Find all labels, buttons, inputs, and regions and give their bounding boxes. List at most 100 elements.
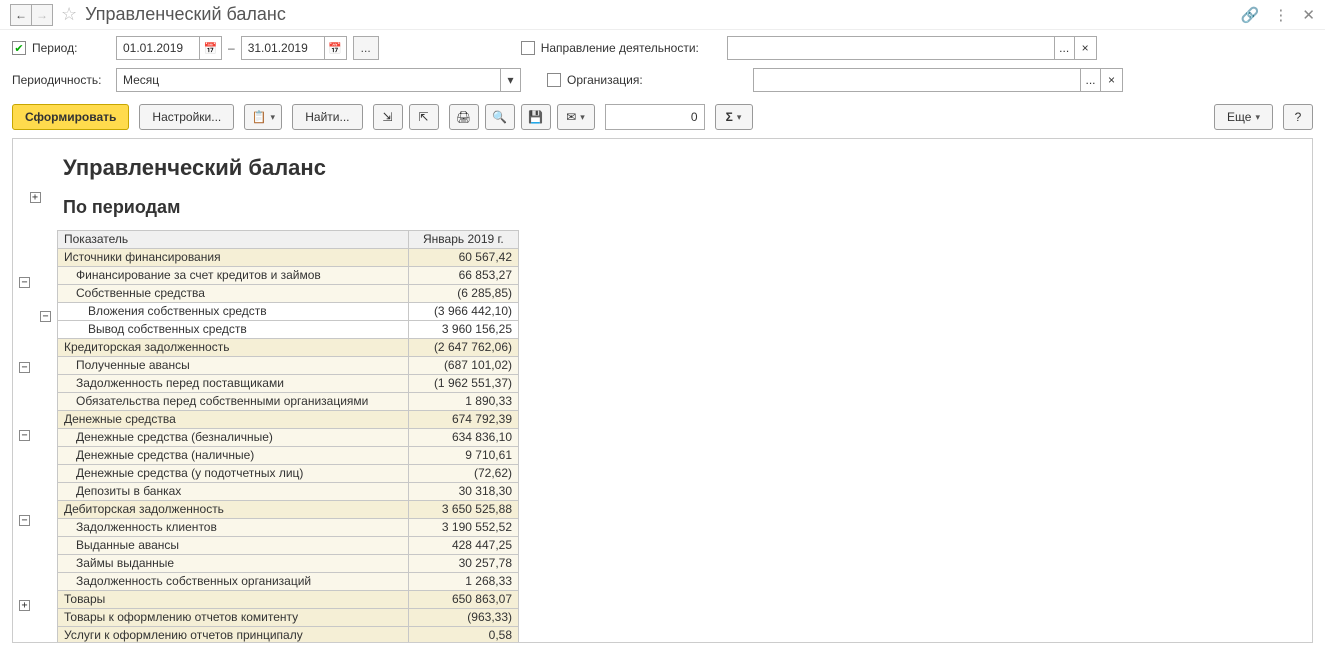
more-button[interactable]: Еще▾ [1214,104,1273,130]
clipboard-icon: 📋 [252,110,267,124]
ellipsis-icon[interactable]: ... [1054,37,1074,59]
date-from-input[interactable]: 01.01.2019 📅 [116,36,222,60]
report-grid[interactable]: Управленческий баланс По периодам Показа… [57,139,1312,642]
indicator-cell: Товары к оформлению отчетов комитенту [58,609,409,627]
activity-input[interactable]: ... × [727,36,1097,60]
table-row[interactable]: Денежные средства (у подотчетных лиц)(72… [58,465,519,483]
periodicity-select[interactable]: Месяц ▾ [116,68,521,92]
table-row[interactable]: Дебиторская задолженность3 650 525,88 [58,501,519,519]
date-range-dash: – [228,41,235,55]
indicator-cell: Товары [58,591,409,609]
table-row[interactable]: Кредиторская задолженность(2 647 762,06) [58,339,519,357]
org-checkbox[interactable]: ✔ [547,73,561,87]
chevron-down-icon[interactable]: ▾ [500,69,520,91]
table-row[interactable]: Услуги к оформлению отчетов принципалу0,… [58,627,519,643]
table-row[interactable]: Денежные средства (безналичные)634 836,1… [58,429,519,447]
indicator-cell: Займы выданные [58,555,409,573]
sum-input[interactable]: 0 [605,104,705,130]
date-to-input[interactable]: 31.01.2019 📅 [241,36,347,60]
table-row[interactable]: Задолженность клиентов3 190 552,52 [58,519,519,537]
settings-button[interactable]: Настройки... [139,104,234,130]
generate-button[interactable]: Сформировать [12,104,129,130]
table-row[interactable]: Полученные авансы(687 101,02) [58,357,519,375]
periodicity-label: Периодичность: [12,73,110,87]
table-row[interactable]: Денежные средства (наличные)9 710,61 [58,447,519,465]
org-label: Организация: [567,73,747,87]
value-cell: 9 710,61 [408,447,518,465]
indicator-cell: Обязательства перед собственными организ… [58,393,409,411]
find-button[interactable]: Найти... [292,104,362,130]
tree-collapse-button[interactable]: − [19,515,30,526]
org-input[interactable]: ... × [753,68,1123,92]
value-cell: 3 190 552,52 [408,519,518,537]
nav-back-button[interactable]: ← [10,4,32,26]
date-to-value: 31.01.2019 [248,41,308,55]
report-table: Показатель Январь 2019 г. Источники фина… [57,230,519,642]
clear-icon[interactable]: × [1074,37,1096,59]
table-row[interactable]: Финансирование за счет кредитов и займов… [58,267,519,285]
save-button[interactable]: 💾 [521,104,551,130]
report-subtitle: По периодам [57,191,1312,230]
value-cell: (687 101,02) [408,357,518,375]
value-cell: 66 853,27 [408,267,518,285]
ellipsis-icon[interactable]: ... [1080,69,1100,91]
preview-button[interactable]: 🔍 [485,104,515,130]
indicator-cell: Кредиторская задолженность [58,339,409,357]
value-cell: 1 268,33 [408,573,518,591]
indicator-cell: Задолженность собственных организаций [58,573,409,591]
indicator-cell: Депозиты в банках [58,483,409,501]
floppy-icon: 💾 [528,110,543,124]
table-row[interactable]: Товары к оформлению отчетов комитенту(96… [58,609,519,627]
chevron-down-icon: ▾ [270,112,275,123]
tree-collapse-button[interactable]: − [19,277,30,288]
chevron-down-icon: ▾ [580,112,585,123]
link-icon[interactable]: 🔗 [1241,6,1260,24]
indicator-cell: Источники финансирования [58,249,409,267]
table-row[interactable]: Задолженность собственных организаций1 2… [58,573,519,591]
tree-expand-button[interactable]: + [19,600,30,611]
calendar-icon[interactable]: 📅 [324,37,346,59]
table-row[interactable]: Денежные средства674 792,39 [58,411,519,429]
indicator-cell: Задолженность клиентов [58,519,409,537]
activity-checkbox[interactable]: ✔ [521,41,535,55]
nav-forward-button[interactable]: → [31,4,53,26]
tree-collapse-button[interactable]: − [19,430,30,441]
close-icon[interactable]: ✕ [1302,6,1315,24]
table-row[interactable]: Вложения собственных средств(3 966 442,1… [58,303,519,321]
clear-icon[interactable]: × [1100,69,1122,91]
value-cell: 674 792,39 [408,411,518,429]
table-row[interactable]: Выданные авансы428 447,25 [58,537,519,555]
chevron-down-icon: ▾ [737,112,742,123]
table-row[interactable]: Собственные средства(6 285,85) [58,285,519,303]
sigma-button[interactable]: Σ▾ [715,104,753,130]
indicator-cell: Задолженность перед поставщиками [58,375,409,393]
email-button[interactable]: ✉▾ [557,104,595,130]
favorite-star-icon[interactable]: ☆ [61,4,77,25]
table-row[interactable]: Источники финансирования60 567,42 [58,249,519,267]
tree-expand-all[interactable]: + [30,192,41,203]
magnifier-page-icon: 🔍 [492,110,507,124]
indicator-cell: Денежные средства (безналичные) [58,429,409,447]
date-from-value: 01.01.2019 [123,41,183,55]
table-row[interactable]: Обязательства перед собственными организ… [58,393,519,411]
table-row[interactable]: Вывод собственных средств3 960 156,25 [58,321,519,339]
tree-collapse-button[interactable]: − [40,311,51,322]
period-picker-button[interactable]: ... [353,36,379,60]
expand-all-button[interactable]: ⇲ [373,104,403,130]
tree-collapse-button[interactable]: − [19,362,30,373]
table-row[interactable]: Товары650 863,07 [58,591,519,609]
indicator-cell: Услуги к оформлению отчетов принципалу [58,627,409,643]
help-button[interactable]: ? [1283,104,1313,130]
kebab-menu-icon[interactable]: ⋮ [1273,6,1288,24]
print-button[interactable]: 🖨 [449,104,479,130]
table-row[interactable]: Задолженность перед поставщиками(1 962 5… [58,375,519,393]
table-row[interactable]: Депозиты в банках30 318,30 [58,483,519,501]
value-cell: (72,62) [408,465,518,483]
period-checkbox[interactable]: ✔ [12,41,26,55]
calendar-icon[interactable]: 📅 [199,37,221,59]
paste-variants-button[interactable]: 📋▾ [244,104,282,130]
table-row[interactable]: Займы выданные30 257,78 [58,555,519,573]
collapse-all-button[interactable]: ⇱ [409,104,439,130]
indicator-cell: Дебиторская задолженность [58,501,409,519]
periodicity-value: Месяц [123,73,159,87]
